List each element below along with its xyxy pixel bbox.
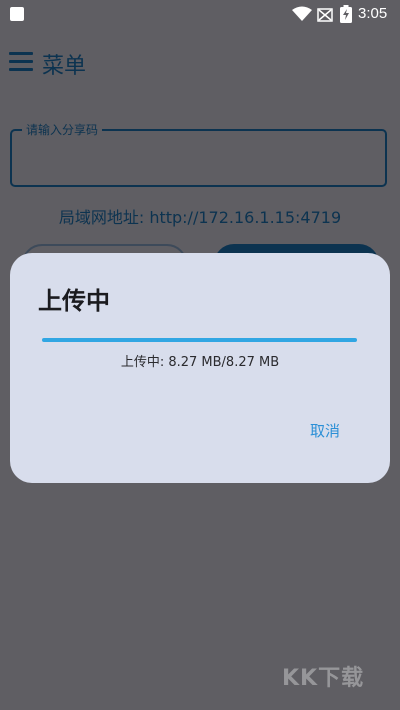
wifi-icon xyxy=(292,6,312,21)
notification-square-icon xyxy=(10,7,24,21)
status-time: 3:05 xyxy=(358,5,388,22)
upload-progress-fill xyxy=(42,338,357,342)
share-code-label: 请输入分享码 xyxy=(22,121,103,138)
lan-address-text: 局域网地址: http://172.16.1.15:4719 xyxy=(58,208,342,227)
no-signal-icon xyxy=(317,8,333,22)
progress-text: 上传中: 8.27 MB/8.27 MB xyxy=(120,355,280,370)
cancel-button[interactable]: 取消 xyxy=(306,418,344,443)
battery-charging-icon xyxy=(340,5,352,23)
hamburger-menu-icon[interactable] xyxy=(9,52,33,72)
menu-title[interactable]: 菜单 xyxy=(42,48,86,80)
upload-progress-bar xyxy=(42,338,357,342)
dialog-title: 上传中 xyxy=(38,287,110,315)
upload-dialog: 上传中 上传中: 8.27 MB/8.27 MB 取消 xyxy=(10,253,390,483)
watermark-logo: KK下载 xyxy=(282,666,365,691)
status-bar: 3:05 xyxy=(0,0,400,30)
